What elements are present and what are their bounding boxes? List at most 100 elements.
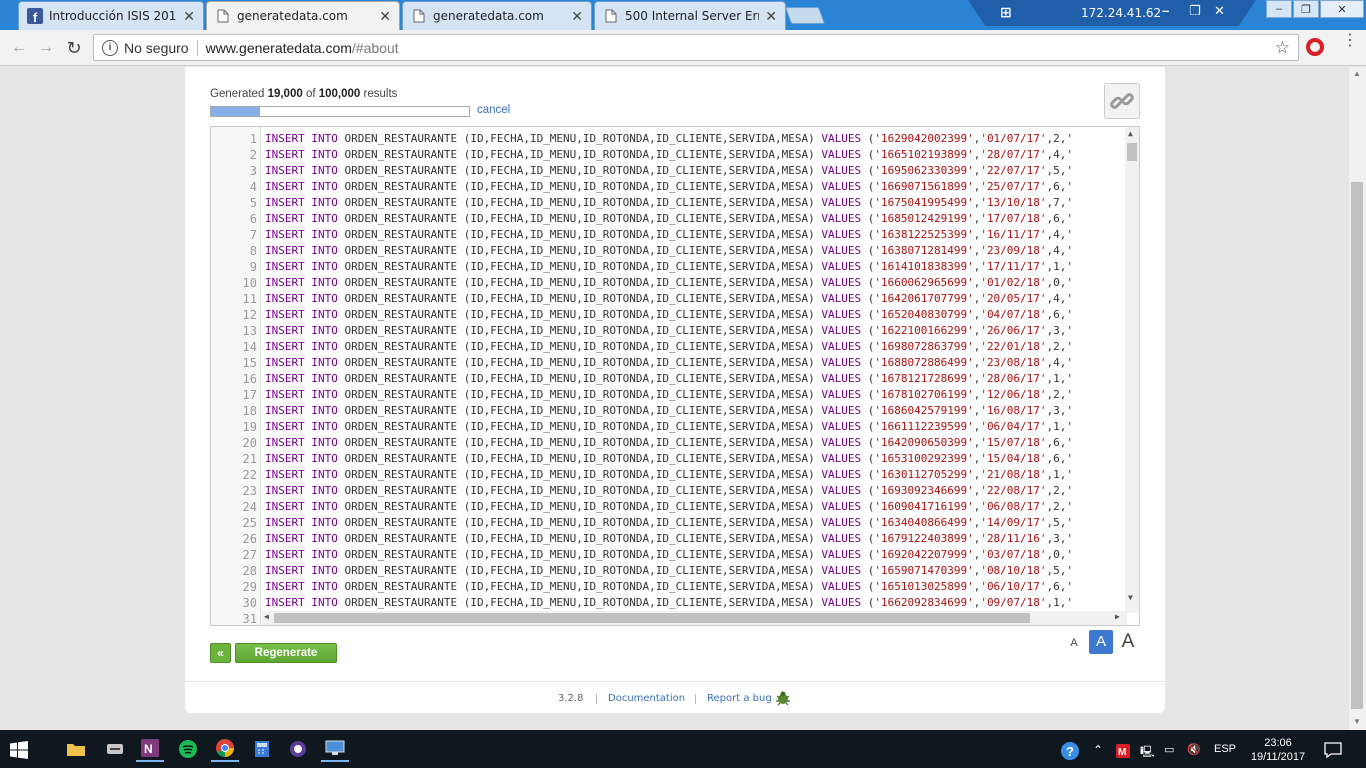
close-icon[interactable]: ✕: [571, 8, 583, 25]
back-button[interactable]: «: [210, 643, 231, 663]
bug-icon[interactable]: [775, 690, 791, 706]
window-close-button[interactable]: ✕: [1320, 0, 1364, 18]
sql-keyword: VALUES: [821, 228, 862, 241]
close-icon[interactable]: ✕: [183, 8, 195, 25]
scrollbar-thumb[interactable]: [1351, 182, 1363, 709]
volume-muted-icon[interactable]: 🔇: [1187, 743, 1201, 756]
windows-start-icon[interactable]: [10, 741, 28, 759]
report-bug-link[interactable]: Report a bug: [707, 693, 772, 704]
sql-keyword: INTO: [311, 388, 338, 401]
window-minimize-button[interactable]: –: [1266, 0, 1292, 18]
window-restore-button[interactable]: ❐: [1293, 0, 1319, 18]
address-bar[interactable]: i No seguro www.generatedata.com/#about …: [93, 34, 1299, 61]
quote: ': [1039, 500, 1047, 513]
spotify-icon[interactable]: [174, 736, 202, 762]
page-scrollbar[interactable]: ▲ ▼: [1349, 67, 1366, 730]
pin-icon[interactable]: ⊞: [1000, 4, 1012, 21]
line-text: INSERT INTO ORDEN_RESTAURANTE (ID,FECHA,…: [265, 356, 1074, 369]
scroll-right-icon[interactable]: ▶: [1115, 612, 1120, 621]
sql-text: 2: [1053, 132, 1060, 145]
font-size-small-button[interactable]: A: [1062, 634, 1086, 658]
language-indicator[interactable]: ESP: [1214, 743, 1236, 755]
sql-string: 01/07/17: [986, 132, 1040, 145]
sql-text: (ID,FECHA,ID_MENU,ID_ROTONDA,ID_CLIENTE,…: [463, 356, 815, 369]
tab-500-error[interactable]: 500 Internal Server Error ✕: [594, 1, 786, 30]
onenote-icon[interactable]: N: [136, 736, 164, 762]
action-center-icon[interactable]: [1324, 741, 1342, 759]
calculator-icon[interactable]: [248, 736, 276, 762]
quote: ': [980, 244, 987, 257]
tab-generatedata-active[interactable]: generatedata.com ✕: [206, 1, 400, 30]
quote: ': [874, 260, 881, 273]
forward-arrow-icon[interactable]: →: [35, 37, 57, 59]
quote: ': [874, 180, 881, 193]
sql-text: ORDEN_RESTAURANTE: [344, 596, 458, 609]
info-icon[interactable]: i: [102, 39, 118, 56]
scroll-down-icon[interactable]: ▼: [1353, 717, 1361, 726]
opera-icon[interactable]: [1306, 38, 1324, 56]
close-icon[interactable]: ✕: [379, 8, 391, 25]
menu-icon[interactable]: ⋮: [1342, 33, 1358, 49]
quote: ': [1039, 388, 1047, 401]
scroll-down-icon[interactable]: ▼: [1128, 593, 1133, 602]
line-number: 28: [242, 564, 257, 578]
notifications-icon[interactable]: ▭: [1164, 743, 1174, 756]
sql-keyword: INTO: [311, 548, 338, 561]
quote: ': [1039, 372, 1047, 385]
quote: ': [967, 356, 974, 369]
code-line: 14 INSERT INTO ORDEN_RESTAURANTE (ID,FECH…: [211, 339, 1127, 355]
clock[interactable]: 23:06 19/11/2017: [1248, 736, 1308, 764]
tab-introduccion-isis[interactable]: f Introducción ISIS 2016-1 ✕: [18, 1, 204, 30]
font-size-large-button[interactable]: A: [1116, 629, 1140, 653]
code-viewer[interactable]: 1 INSERT INTO ORDEN_RESTAURANTE (ID,FECHA…: [210, 126, 1140, 626]
line-number: 15: [242, 356, 257, 370]
network-icon[interactable]: 🖳: [1140, 743, 1155, 762]
close-icon[interactable]: ✕: [1214, 3, 1225, 19]
documentation-link[interactable]: Documentation: [608, 693, 685, 704]
remote-desktop-icon[interactable]: [321, 736, 349, 762]
code-horizontal-scrollbar[interactable]: ◀ ▶: [262, 611, 1127, 625]
minimize-icon[interactable]: –: [1162, 3, 1169, 18]
chrome-icon[interactable]: [211, 736, 239, 762]
sql-text: ORDEN_RESTAURANTE: [344, 484, 458, 497]
sql-text: (ID,FECHA,ID_MENU,ID_ROTONDA,ID_CLIENTE,…: [463, 372, 815, 385]
sql-keyword: INTO: [311, 484, 338, 497]
bookmark-star-icon[interactable]: ☆: [1275, 38, 1290, 58]
reload-icon[interactable]: ↻: [63, 37, 85, 59]
close-icon[interactable]: ✕: [765, 8, 777, 25]
scroll-up-icon[interactable]: ▲: [1353, 69, 1361, 78]
sql-text: (ID,FECHA,ID_MENU,ID_ROTONDA,ID_CLIENTE,…: [463, 596, 815, 609]
scrollbar-thumb[interactable]: [1127, 143, 1137, 161]
regenerate-button[interactable]: Regenerate: [235, 643, 337, 663]
line-number: 30: [242, 596, 257, 610]
scroll-left-icon[interactable]: ◀: [264, 612, 269, 621]
sql-keyword: INTO: [311, 132, 338, 145]
chevron-up-icon[interactable]: ⌃: [1093, 743, 1103, 757]
new-tab-button[interactable]: [784, 7, 826, 24]
scrollbar-thumb[interactable]: [274, 613, 1030, 623]
line-text: INSERT INTO ORDEN_RESTAURANTE (ID,FECHA,…: [265, 372, 1074, 385]
quote: ': [1039, 260, 1047, 273]
scroll-up-icon[interactable]: ▲: [1128, 129, 1133, 138]
sql-string: 1638071281499: [880, 244, 968, 257]
restore-icon[interactable]: ❐: [1189, 3, 1201, 19]
sql-text: ORDEN_RESTAURANTE: [344, 276, 458, 289]
line-number: 5: [249, 196, 257, 210]
back-arrow-icon[interactable]: ←: [8, 37, 30, 59]
app-circle-icon[interactable]: [284, 736, 312, 762]
link-button[interactable]: [1104, 83, 1140, 119]
sql-keyword: INTO: [311, 596, 338, 609]
sql-keyword: INSERT: [265, 340, 305, 353]
sql-string: 1692042207999: [880, 548, 968, 561]
help-icon[interactable]: ?: [1060, 741, 1080, 761]
code-vertical-scrollbar[interactable]: ▲ ▼: [1125, 127, 1139, 613]
font-size-medium-button[interactable]: A: [1089, 630, 1113, 654]
antivirus-icon[interactable]: M: [1116, 744, 1130, 758]
tab-generatedata-2[interactable]: generatedata.com ✕: [402, 1, 592, 30]
quote: ': [980, 324, 987, 337]
file-explorer-icon[interactable]: [62, 736, 90, 762]
cancel-link[interactable]: cancel: [477, 104, 510, 116]
sql-keyword: INTO: [311, 580, 338, 593]
sql-keyword: INSERT: [265, 308, 305, 321]
app-icon[interactable]: [101, 736, 129, 762]
